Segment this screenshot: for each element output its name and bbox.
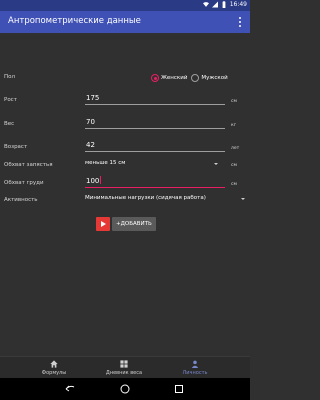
recents-icon[interactable] [173,383,185,395]
battery-icon [222,1,226,8]
chest-field[interactable]: 100 [85,176,225,188]
home-circle-icon[interactable] [119,383,131,395]
radio-male[interactable] [191,74,200,82]
height-unit: см [231,99,237,104]
home-icon [50,360,58,368]
nav-item-formulas[interactable]: Формулы [24,360,84,376]
height-label: Рост [4,97,17,103]
gender-radio-group: Женский Мужской [151,74,232,82]
status-time: 16:49 [229,1,247,8]
height-value: 175 [86,94,100,102]
wrist-select[interactable]: меньше 15 см [85,160,218,170]
activity-label: Активность [4,197,38,203]
activity-value: Минимальные нагрузки (сидячая работа) [85,195,206,201]
signal-icon [211,1,218,8]
dropdown-arrow-icon [241,198,245,200]
age-field[interactable]: 42 [85,140,225,152]
weight-value: 70 [86,118,95,126]
bottom-navigation: Формулы Дневник веса Личность [0,356,250,378]
chest-value: 100 [86,177,100,185]
app-bar: Антропометрические данные [0,11,250,33]
gender-label: Пол [4,74,16,80]
add-button[interactable]: +ДОБАВИТЬ [112,217,156,231]
add-row: +ДОБАВИТЬ [96,217,156,231]
wrist-label: Обхват запястья [4,162,53,168]
weight-label: Вес [4,121,15,127]
page-title: Антропометрические данные [8,16,141,26]
wrist-value: меньше 15 см [85,160,126,166]
weight-field[interactable]: 70 [85,117,225,129]
nav-item-weight-diary[interactable]: Дневник веса [94,360,154,376]
nav-label-weight-diary: Дневник веса [105,370,143,376]
nav-label-personality: Личность [182,370,208,376]
text-cursor [99,176,101,184]
nav-label-formulas: Формулы [41,370,67,376]
radio-female[interactable] [151,74,159,82]
height-field[interactable]: 175 [85,93,225,105]
chest-label: Обхват груди [4,180,44,186]
weight-unit: кг [231,123,237,128]
age-label: Возраст [4,144,28,150]
radio-female-label[interactable]: Женский [161,75,187,81]
system-navigation-bar [0,378,250,400]
dropdown-arrow-icon [214,163,218,165]
status-icons: 16:49 [202,1,247,8]
more-vertical-icon[interactable] [237,15,243,29]
radio-male-label[interactable]: Мужской [201,75,227,81]
wrist-unit: см [231,163,237,168]
age-unit: лет [231,146,240,151]
back-icon[interactable] [64,383,76,395]
play-video-button[interactable] [96,217,110,231]
nav-item-personality[interactable]: Личность [165,360,225,376]
activity-select[interactable]: Минимальные нагрузки (сидячая работа) [85,195,245,205]
status-bar: 16:49 [0,0,250,11]
chest-unit: см [231,182,237,187]
grid-icon [120,360,128,368]
person-icon [191,360,199,368]
wifi-icon [202,2,209,7]
age-value: 42 [86,141,95,149]
